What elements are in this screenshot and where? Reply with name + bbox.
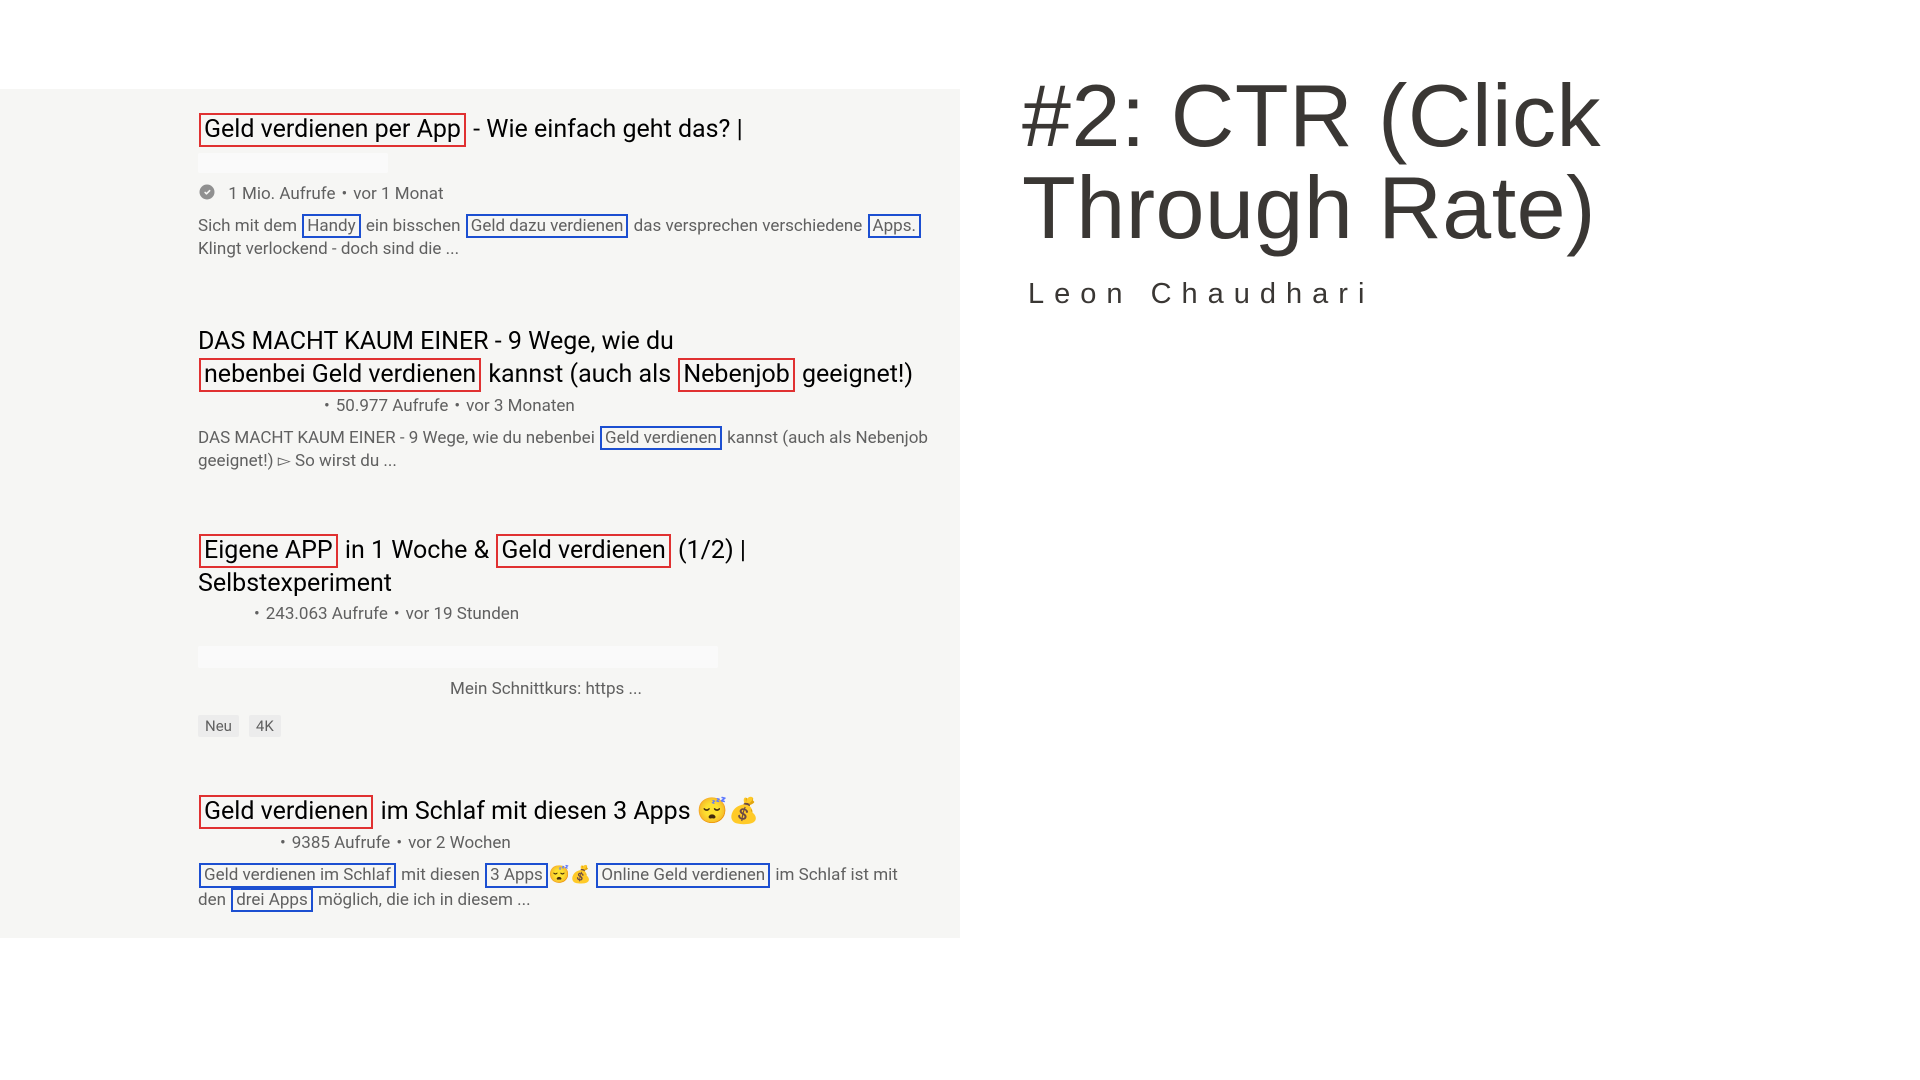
result-description: Sich mit dem Handy ein bisschen Geld daz… [198,214,930,262]
desc-text: das versprechen verschiedene [629,216,866,236]
redacted-text [198,646,718,668]
desc-text: 😴💰 [549,865,596,885]
keyword-highlight-blue: Apps. [868,214,921,238]
dot-separator-icon [274,833,292,853]
meta-age: vor 3 Monaten [466,396,575,416]
keyword-highlight-red: Geld verdienen [199,795,373,829]
dot-separator-icon [248,604,266,624]
slide-title-line2: Through Rate) [1022,158,1596,257]
dot-separator-icon [388,604,406,624]
result-meta: 243.063 Aufrufe vor 19 Stunden [198,604,930,624]
title-text: DAS MACHT KAUM EINER - 9 Wege, wie du [198,327,674,356]
result-title: Geld verdienen im Schlaf mit diesen 3 Ap… [198,795,930,829]
dot-separator-icon [448,396,466,416]
search-results-panel: Geld verdienen per App - Wie einfach geh… [0,89,960,938]
keyword-highlight-red: Geld verdienen per App [199,113,466,147]
keyword-highlight-blue: Geld dazu verdienen [466,214,629,238]
meta-views: 243.063 Aufrufe [266,604,388,624]
right-panel: #2: CTR (Click Through Rate) Leon Chaudh… [960,0,1920,1080]
desc-text: möglich, die ich in diesem ... [314,890,531,910]
keyword-highlight-blue: Online Geld verdienen [596,863,770,887]
search-result: Geld verdienen im Schlaf mit diesen 3 Ap… [198,795,930,912]
meta-views: 1 Mio. Aufrufe [228,184,335,204]
desc-text: mit diesen [397,865,484,885]
result-title: DAS MACHT KAUM EINER - 9 Wege, wie du ne… [198,326,930,392]
result-description: DAS MACHT KAUM EINER - 9 Wege, wie du ne… [198,426,930,474]
keyword-highlight-red: Geld verdienen [496,534,670,568]
title-text: geeignet!) [796,360,913,389]
keyword-highlight-blue: Geld verdienen [600,426,722,450]
redacted-row [198,646,930,668]
keyword-highlight-red: nebenbei Geld verdienen [199,358,481,392]
title-text: kannst (auch als [482,360,677,389]
title-text: - Wie einfach geht das? | [467,115,743,144]
badge-4k: 4K [249,715,281,737]
keyword-highlight-blue: drei Apps [231,888,313,912]
result-meta: 1 Mio. Aufrufe vor 1 Monat [198,183,930,204]
result-title: Eigene APP in 1 Woche & Geld verdienen (… [198,534,930,600]
slide-title-line1: #2: CTR (Click [1022,66,1601,165]
meta-age: vor 1 Monat [353,184,443,204]
badge-new: Neu [198,715,239,737]
desc-text: Klingt verlockend - doch sind die ... [198,239,459,259]
result-description: Mein Schnittkurs: https ... [450,678,930,701]
search-result: Geld verdienen per App - Wie einfach geh… [198,113,930,262]
desc-text: Mein Schnittkurs: https ... [450,679,642,699]
result-badges: Neu 4K [198,715,930,737]
redacted-text [198,153,388,173]
meta-age: vor 19 Stunden [406,604,520,624]
slide-author: Leon Chaudhari [1028,278,1374,311]
verified-icon [198,183,216,201]
result-meta: 50.977 Aufrufe vor 3 Monaten [198,396,930,416]
desc-text: ein bisschen [362,216,465,236]
keyword-highlight-red: Nebenjob [678,358,794,392]
keyword-highlight-blue: Handy [302,214,360,238]
result-title: Geld verdienen per App - Wie einfach geh… [198,113,930,179]
slide: #2: CTR (Click Through Rate) Leon Chaudh… [0,0,1920,1080]
dot-separator-icon [318,396,336,416]
slide-title: #2: CTR (Click Through Rate) [1022,70,1601,255]
dot-separator-icon [390,833,408,853]
meta-age: vor 2 Wochen [408,833,511,853]
search-result: DAS MACHT KAUM EINER - 9 Wege, wie du ne… [198,326,930,474]
keyword-highlight-blue: 3 Apps [485,863,548,887]
dot-separator-icon [336,184,354,204]
title-text: im Schlaf mit diesen 3 Apps 😴💰 [374,797,759,826]
search-result: Eigene APP in 1 Woche & Geld verdienen (… [198,534,930,737]
result-meta: 9385 Aufrufe vor 2 Wochen [198,833,930,853]
keyword-highlight-red: Eigene APP [199,534,338,568]
meta-views: 50.977 Aufrufe [336,396,449,416]
meta-views: 9385 Aufrufe [292,833,391,853]
desc-text: Sich mit dem [198,216,301,236]
result-description: Geld verdienen im Schlaf mit diesen 3 Ap… [198,863,930,912]
desc-text: DAS MACHT KAUM EINER - 9 Wege, wie du ne… [198,428,599,448]
title-text: in 1 Woche & [339,536,496,565]
keyword-highlight-blue: Geld verdienen im Schlaf [199,863,396,887]
